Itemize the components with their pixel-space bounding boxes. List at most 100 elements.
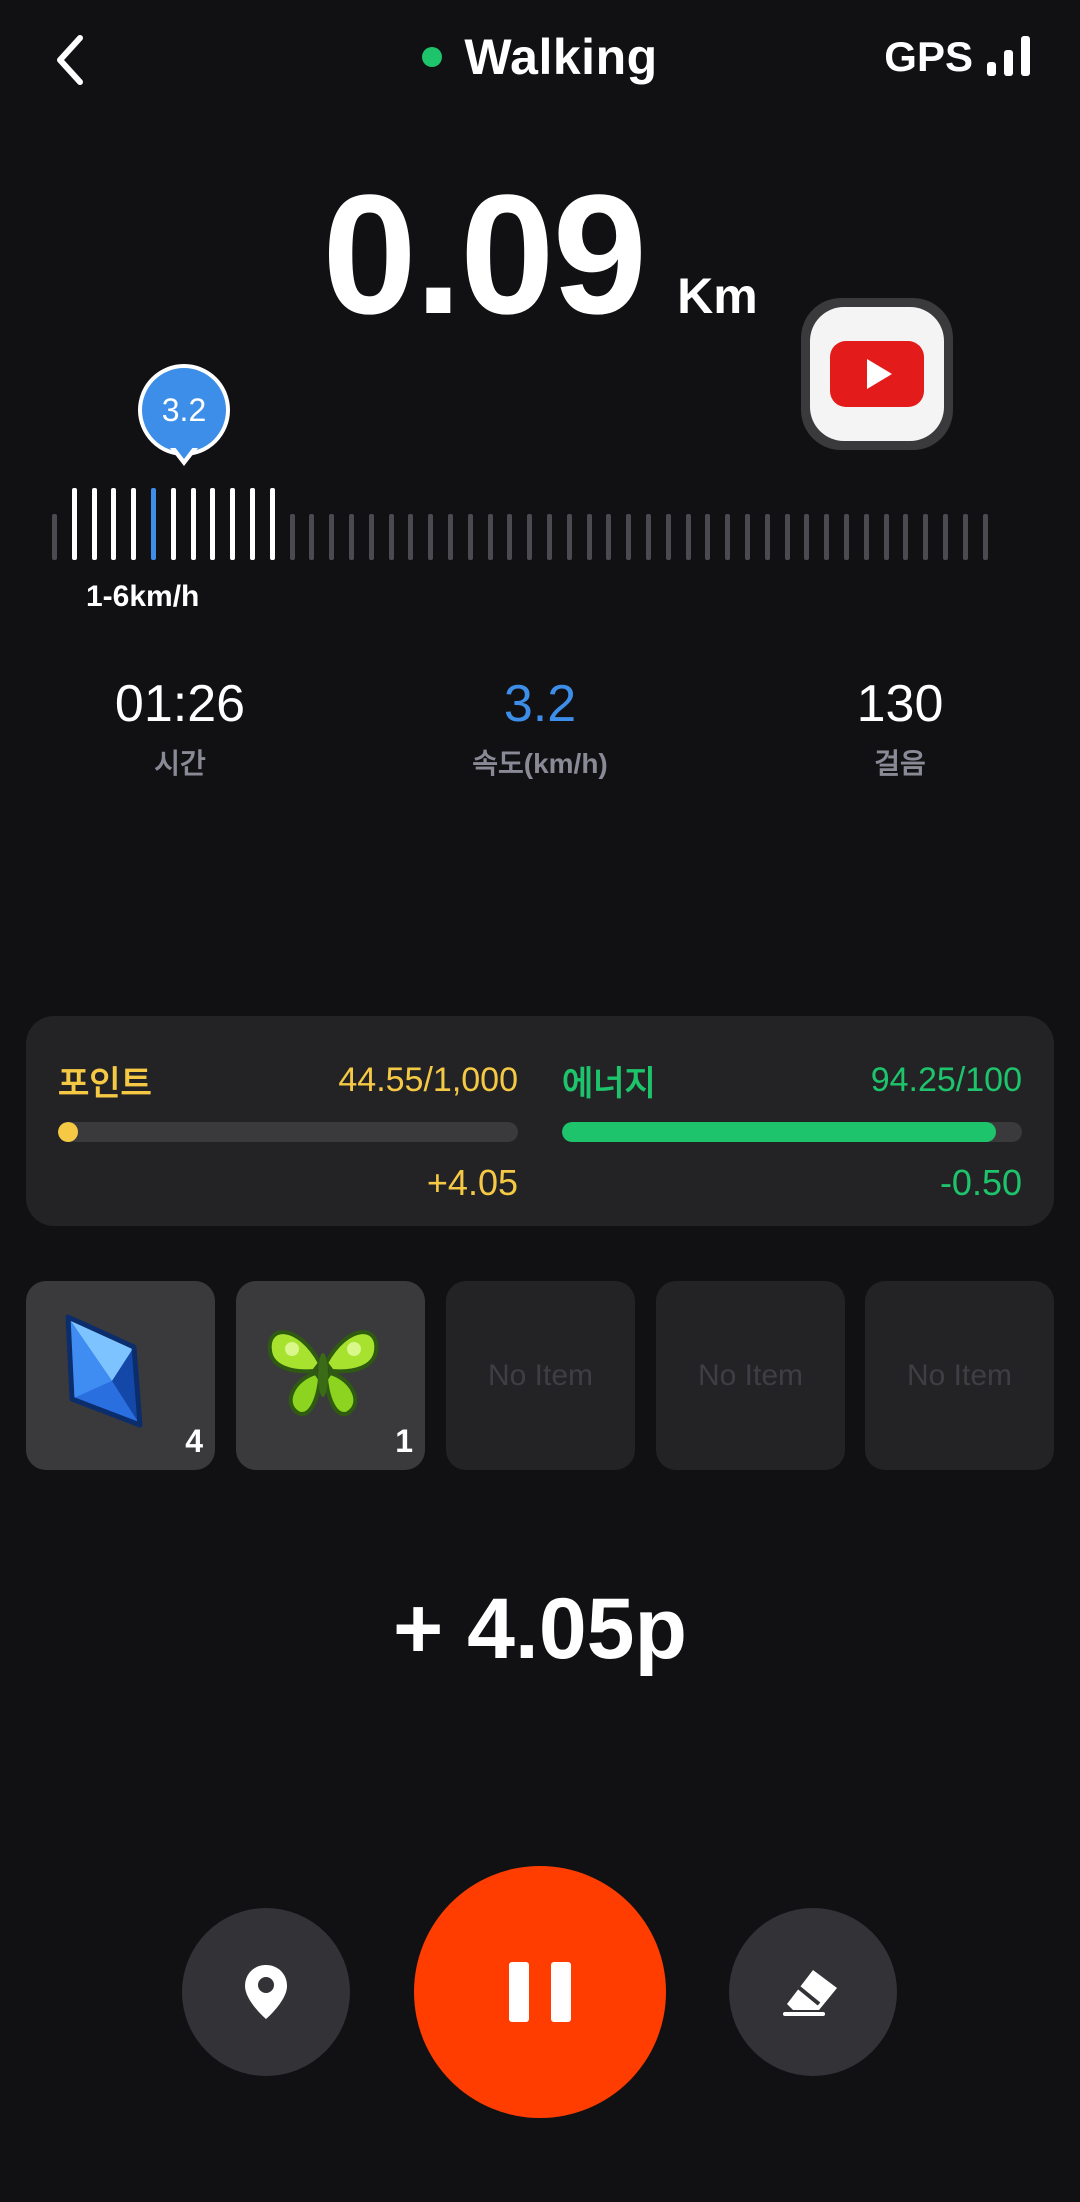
distance-unit: Km xyxy=(677,268,758,324)
item-slot-2[interactable]: 1 xyxy=(236,1281,425,1470)
gauge-tick xyxy=(804,514,810,560)
speed-bubble: 3.2 xyxy=(138,364,230,456)
points-delta: +4.05 xyxy=(426,1162,518,1203)
gauge-tick xyxy=(606,514,612,560)
control-bar xyxy=(0,1866,1080,2120)
gauge-tick xyxy=(784,514,790,560)
gauge-tick xyxy=(527,514,533,560)
empty-slot-label: No Item xyxy=(906,1358,1013,1392)
speed-bubble-value: 3.2 xyxy=(161,391,207,428)
map-button[interactable] xyxy=(182,1908,350,2076)
gauge-tick xyxy=(764,514,770,560)
points-progress-bar xyxy=(58,1122,518,1142)
stat-time-value: 01:26 xyxy=(114,675,246,733)
gauge-tick xyxy=(329,514,335,560)
stat-time: 01:26 시간 xyxy=(30,674,330,782)
signal-bars-icon xyxy=(987,36,1030,80)
gauge-tick xyxy=(646,514,651,560)
speed-gauge xyxy=(52,484,1012,560)
points-progress-fill xyxy=(58,1122,79,1142)
item-slot-3[interactable]: No Item xyxy=(446,1281,635,1470)
stat-steps: 130 걸음 xyxy=(750,674,1050,782)
gps-indicator: GPS xyxy=(884,34,1030,80)
gauge-tick xyxy=(52,514,57,560)
item-count: 1 xyxy=(395,1423,413,1459)
empty-slot-label: No Item xyxy=(487,1358,594,1392)
gauge-tick xyxy=(448,514,453,560)
gauge-tick xyxy=(923,514,929,560)
speed-range-label: 1-6km/h xyxy=(86,580,200,613)
gauge-tick xyxy=(725,514,731,560)
gauge-tick xyxy=(665,514,671,560)
gauge-tick xyxy=(151,488,156,560)
green-butterfly-icon xyxy=(267,1330,379,1417)
gauge-tick xyxy=(685,514,691,560)
stat-time-label: 시간 xyxy=(154,748,206,779)
gauge-tick xyxy=(289,514,295,560)
eraser-button[interactable] xyxy=(729,1908,897,2076)
youtube-icon xyxy=(830,341,924,407)
gauge-tick xyxy=(705,514,711,560)
gauge-tick xyxy=(230,488,236,560)
gauge-tick xyxy=(863,514,869,560)
gauge-tick xyxy=(368,514,374,560)
gps-label: GPS xyxy=(884,33,973,80)
blue-crystal-icon xyxy=(65,1314,143,1428)
item-slot-4[interactable]: No Item xyxy=(656,1281,845,1470)
gauge-tick xyxy=(626,514,632,560)
gauge-tick xyxy=(507,514,513,560)
item-slot-1[interactable]: 4 xyxy=(26,1281,215,1470)
status-dot-icon xyxy=(422,47,443,67)
eraser-icon xyxy=(783,1970,837,2016)
energy-progress-fill xyxy=(562,1122,996,1142)
progress-panel: 포인트 44.55/1,000 +4.05 에너지 94.25/100 -0.5… xyxy=(26,1016,1054,1226)
points-section: 포인트 44.55/1,000 +4.05 xyxy=(58,1060,518,1204)
pause-button[interactable] xyxy=(414,1866,666,2118)
gauge-tick xyxy=(844,514,849,560)
gauge-tick xyxy=(962,514,968,560)
gauge-tick xyxy=(309,514,315,560)
gauge-tick xyxy=(883,514,889,560)
gauge-tick xyxy=(388,514,394,560)
points-value: 44.55/1,000 xyxy=(338,1060,518,1099)
stats-row: 01:26 시간 3.2 속도(km/h) 130 걸음 xyxy=(0,674,1080,794)
location-pin-icon xyxy=(245,1965,287,2019)
gauge-tick xyxy=(131,488,137,560)
stat-steps-label: 걸음 xyxy=(874,748,926,779)
gauge-tick xyxy=(428,514,434,560)
item-count: 4 xyxy=(185,1423,203,1459)
stat-speed-label: 속도(km/h) xyxy=(472,748,608,779)
gauge-tick xyxy=(170,488,176,560)
gauge-tick xyxy=(982,514,988,560)
item-slots: 4 1 No Item No Item No Item xyxy=(26,1281,1054,1471)
energy-progress-bar xyxy=(562,1122,1022,1142)
empty-slot-label: No Item xyxy=(697,1358,804,1392)
gauge-tick xyxy=(190,488,196,560)
item-slot-5[interactable]: No Item xyxy=(865,1281,1054,1470)
gauge-tick xyxy=(547,514,552,560)
gauge-tick xyxy=(745,514,750,560)
page-title: Walking xyxy=(464,29,658,85)
stat-steps-value: 130 xyxy=(856,675,944,733)
youtube-button[interactable] xyxy=(801,298,953,450)
gauge-tick xyxy=(586,514,592,560)
top-bar: Walking GPS xyxy=(0,0,1080,120)
gauge-tick xyxy=(467,514,473,560)
gauge-tick xyxy=(91,488,97,560)
stat-speed: 3.2 속도(km/h) xyxy=(390,674,690,782)
gauge-tick xyxy=(408,514,414,560)
points-label: 포인트 xyxy=(58,1064,152,1103)
energy-section: 에너지 94.25/100 -0.50 xyxy=(562,1060,1022,1204)
distance-value: 0.09 xyxy=(322,160,647,350)
gauge-tick xyxy=(269,488,275,560)
gauge-tick xyxy=(111,488,117,560)
stat-speed-value: 3.2 xyxy=(503,675,577,733)
gauge-tick xyxy=(903,514,909,560)
gauge-tick xyxy=(943,514,948,560)
earned-points: + 4.05p xyxy=(392,1581,688,1677)
gauge-tick xyxy=(250,488,255,560)
gauge-tick xyxy=(487,514,493,560)
energy-value: 94.25/100 xyxy=(870,1060,1022,1099)
gauge-tick xyxy=(71,488,77,560)
gauge-tick xyxy=(566,514,572,560)
